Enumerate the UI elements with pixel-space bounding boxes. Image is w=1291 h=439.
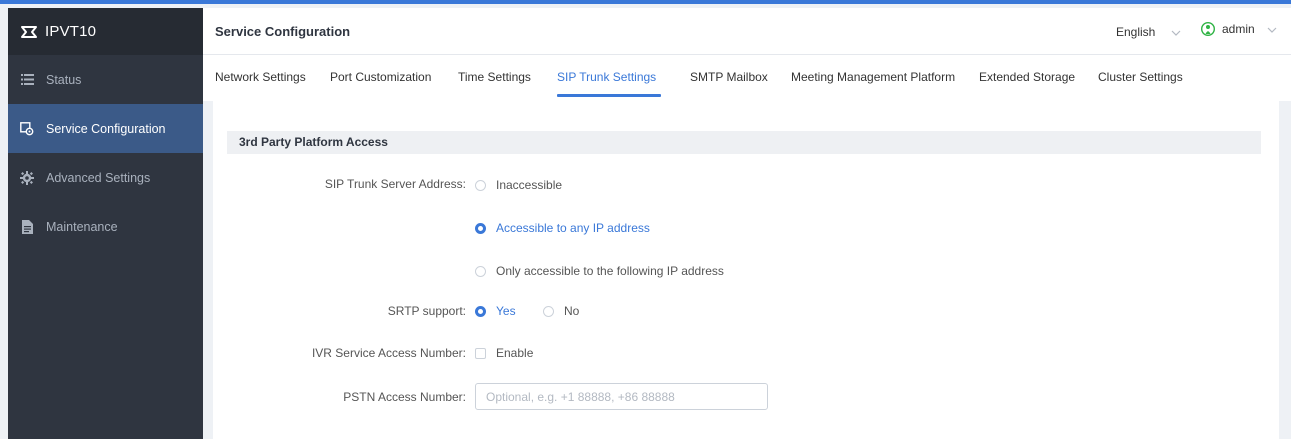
radio-only-following-ip[interactable]: Only accessible to the following IP addr… bbox=[475, 264, 724, 278]
tab-network-settings[interactable]: Network Settings bbox=[215, 70, 306, 84]
srtp-support-label: SRTP support: bbox=[387, 304, 466, 318]
ivr-enable-checkbox[interactable]: Enable bbox=[475, 346, 533, 360]
top-accent-bar bbox=[0, 0, 1291, 4]
section-title: 3rd Party Platform Access bbox=[227, 131, 1261, 154]
radio-inaccessible[interactable]: Inaccessible bbox=[475, 178, 562, 192]
logo-icon bbox=[21, 25, 37, 38]
sidebar: IPVT10 Status Service Configuration Adva… bbox=[8, 8, 203, 439]
tab-smtp-mailbox[interactable]: SMTP Mailbox bbox=[690, 70, 768, 84]
sip-trunk-server-address-label: SIP Trunk Server Address: bbox=[324, 177, 466, 191]
tab-cluster-settings[interactable]: Cluster Settings bbox=[1098, 70, 1183, 84]
content-panel: 3rd Party Platform Access SIP Trunk Serv… bbox=[213, 101, 1279, 439]
radio-label: Yes bbox=[496, 304, 516, 318]
sidebar-item-advanced-settings[interactable]: Advanced Settings bbox=[8, 153, 203, 202]
pstn-access-number-input[interactable] bbox=[475, 383, 768, 410]
tab-bar: Network Settings Port Customization Time… bbox=[203, 55, 1291, 101]
sidebar-item-status[interactable]: Status bbox=[8, 55, 203, 104]
checkbox-label: Enable bbox=[496, 346, 534, 360]
tab-time-settings[interactable]: Time Settings bbox=[458, 70, 531, 84]
sidebar-item-label: Service Configuration bbox=[46, 121, 166, 136]
radio-srtp-no[interactable]: No bbox=[543, 304, 579, 318]
tab-extended-storage[interactable]: Extended Storage bbox=[979, 70, 1075, 84]
service-config-icon bbox=[20, 121, 34, 136]
tab-meeting-management-platform[interactable]: Meeting Management Platform bbox=[791, 70, 955, 84]
radio-circle bbox=[475, 179, 486, 191]
radio-label: No bbox=[564, 304, 580, 318]
checkbox-box bbox=[475, 347, 486, 359]
header: Service Configuration English admin bbox=[203, 8, 1291, 55]
language-label: English bbox=[1116, 25, 1156, 39]
radio-circle bbox=[475, 265, 486, 277]
chevron-down-icon bbox=[1267, 22, 1277, 36]
active-tab-indicator bbox=[557, 94, 661, 97]
app-name: IPVT10 bbox=[45, 23, 97, 40]
radio-srtp-yes[interactable]: Yes bbox=[475, 304, 516, 318]
user-avatar-icon bbox=[1201, 22, 1215, 36]
document-icon bbox=[20, 219, 34, 234]
sidebar-item-label: Status bbox=[46, 72, 82, 87]
sidebar-item-label: Maintenance bbox=[46, 219, 118, 234]
sidebar-item-maintenance[interactable]: Maintenance bbox=[8, 202, 203, 251]
sidebar-item-service-configuration[interactable]: Service Configuration bbox=[8, 104, 203, 153]
radio-label: Inaccessible bbox=[496, 178, 563, 192]
page-title: Service Configuration bbox=[215, 24, 351, 39]
radio-label: Accessible to any IP address bbox=[496, 221, 650, 235]
sidebar-item-label: Advanced Settings bbox=[46, 170, 151, 185]
chevron-down-icon bbox=[1171, 25, 1181, 39]
radio-circle bbox=[543, 305, 554, 317]
gear-icon bbox=[20, 170, 34, 185]
radio-circle bbox=[475, 305, 486, 317]
tab-sip-trunk-settings[interactable]: SIP Trunk Settings bbox=[557, 70, 656, 84]
ivr-service-access-number-label: IVR Service Access Number: bbox=[311, 346, 466, 360]
radio-accessible-any-ip[interactable]: Accessible to any IP address bbox=[475, 221, 650, 235]
tab-port-customization[interactable]: Port Customization bbox=[330, 70, 431, 84]
list-icon bbox=[20, 73, 34, 87]
user-menu[interactable]: admin bbox=[1201, 22, 1277, 36]
radio-circle bbox=[475, 222, 486, 234]
language-selector[interactable]: English bbox=[1116, 25, 1181, 39]
brand[interactable]: IPVT10 bbox=[8, 8, 203, 55]
radio-label: Only accessible to the following IP addr… bbox=[496, 264, 724, 278]
pstn-access-number-label: PSTN Access Number: bbox=[343, 390, 466, 404]
username: admin bbox=[1222, 22, 1255, 36]
